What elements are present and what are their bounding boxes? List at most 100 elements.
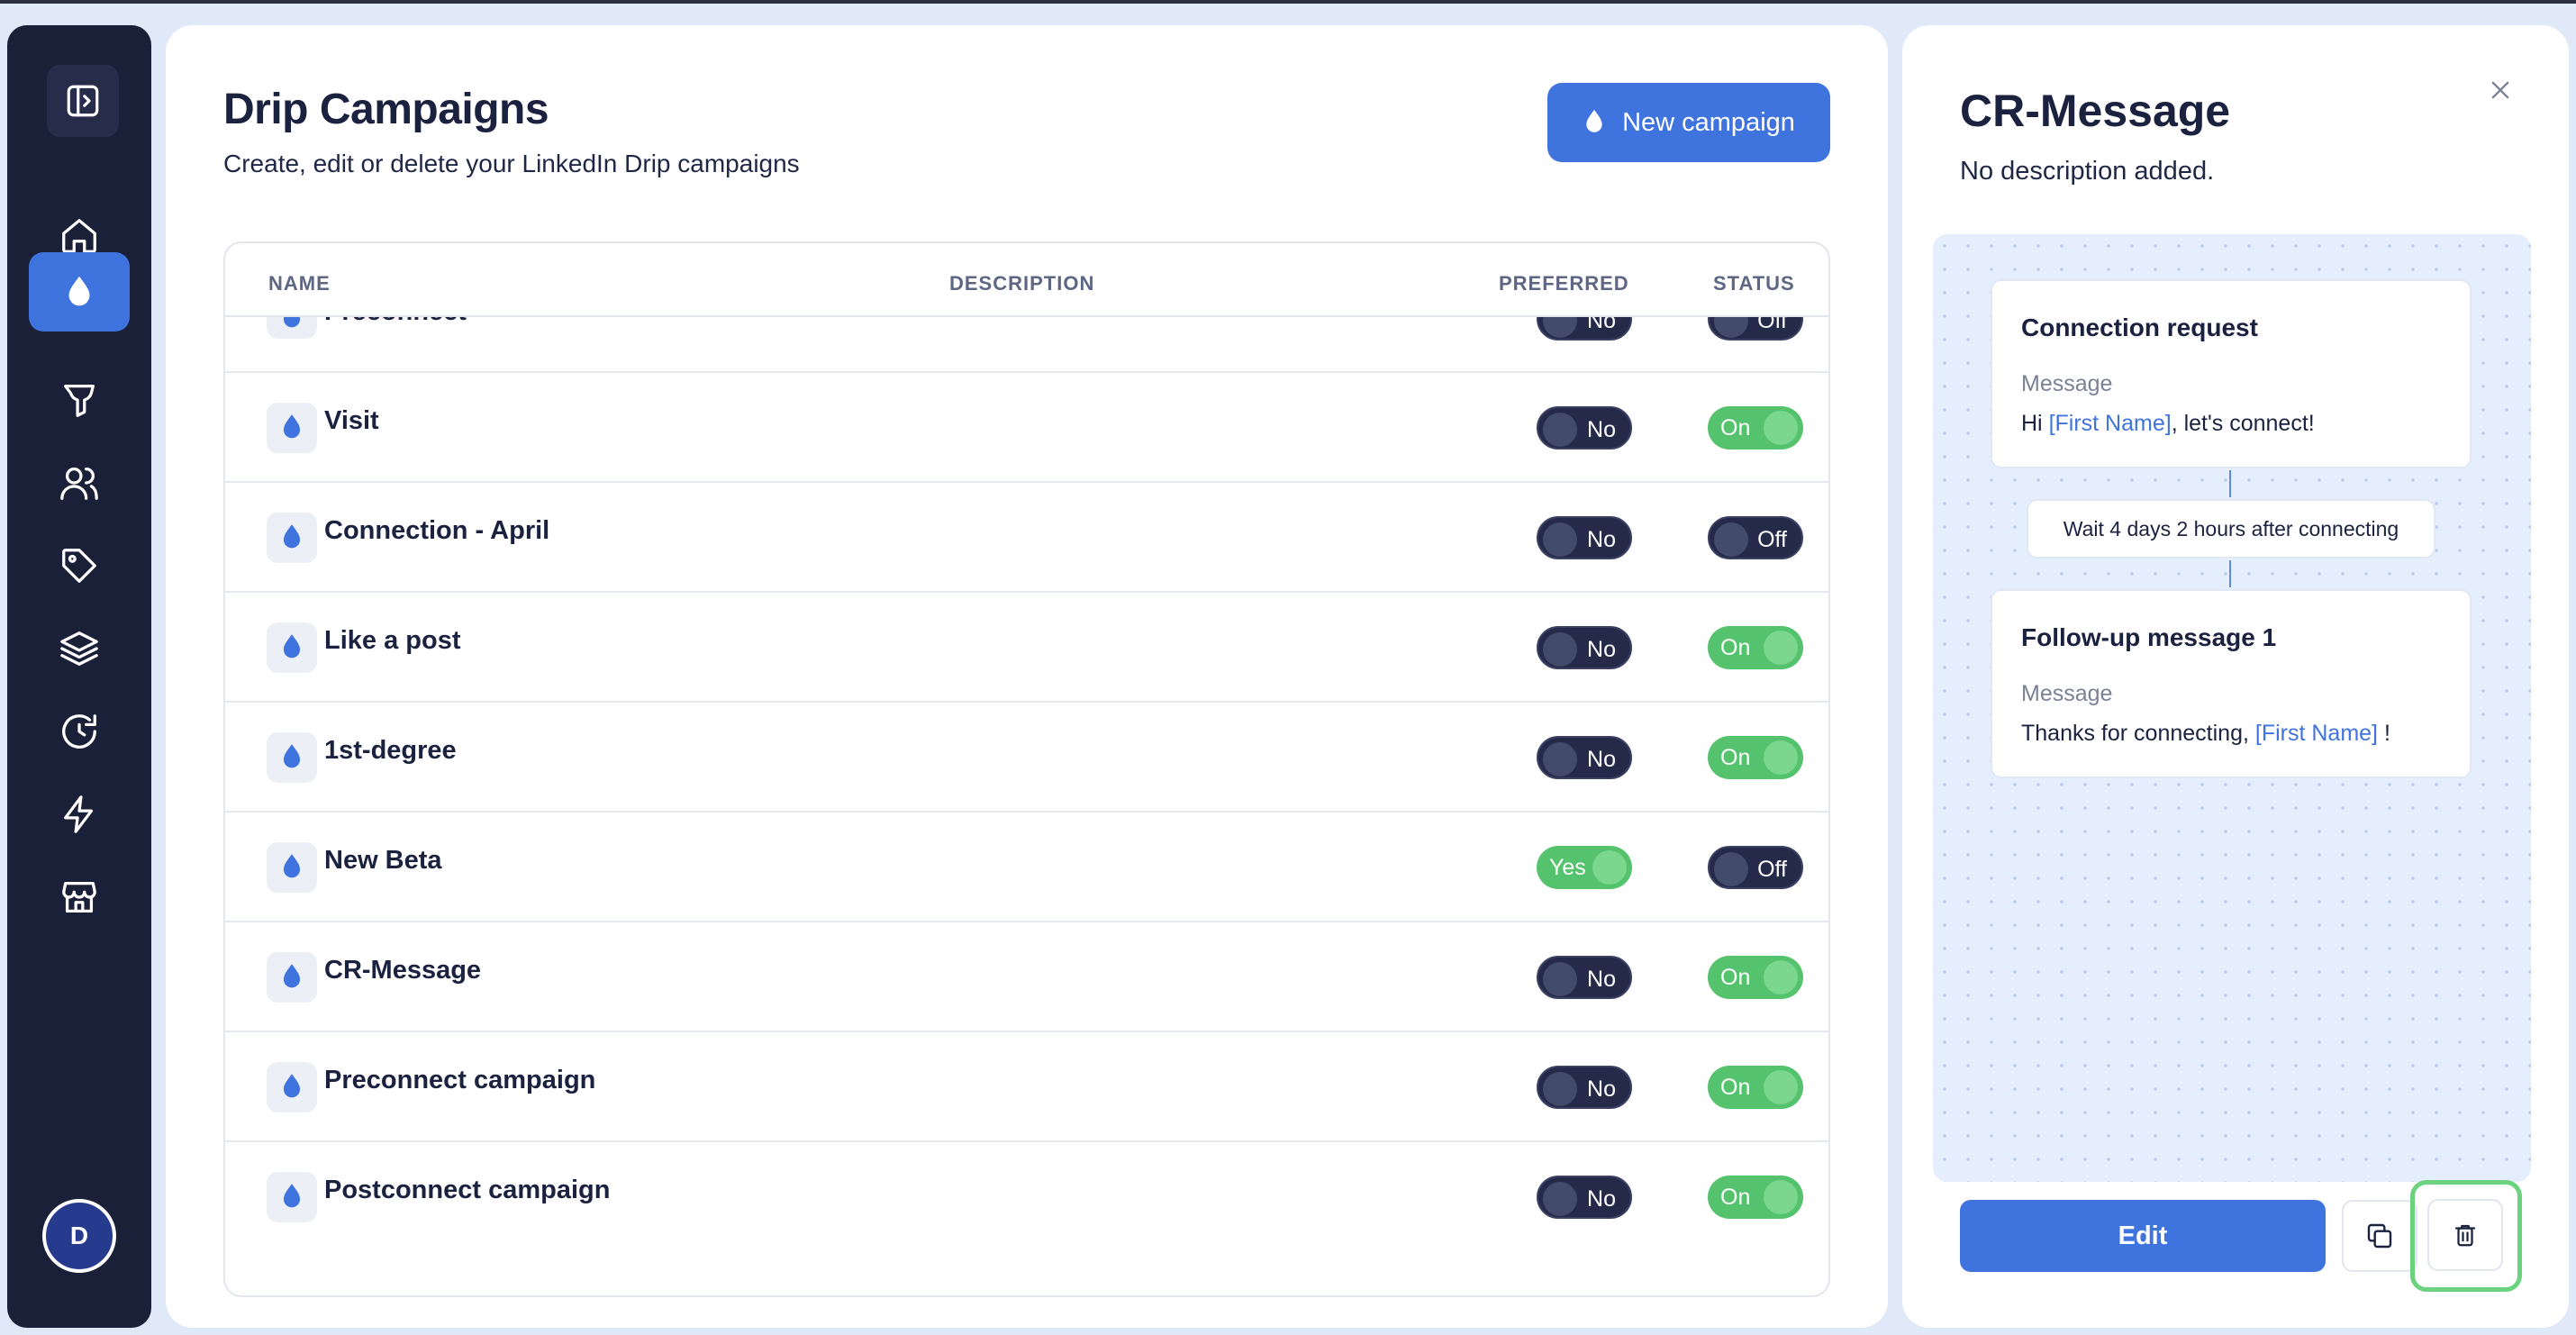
toggle-label: On xyxy=(1720,1185,1751,1210)
drip-icon xyxy=(283,1074,301,1098)
nav-funnel[interactable] xyxy=(29,360,130,440)
funnel-icon xyxy=(64,385,95,417)
detail-title: CR-Message xyxy=(1960,86,2231,136)
message-text-part: ! xyxy=(2378,721,2390,746)
status-toggle[interactable]: On xyxy=(1708,626,1803,669)
toggle-knob xyxy=(1764,1070,1798,1104)
close-button[interactable] xyxy=(2481,70,2520,110)
step-card-connection-request[interactable]: Connection request Message Hi [First Nam… xyxy=(1991,279,2472,468)
table-row[interactable]: 1st-degree No On xyxy=(225,703,1828,813)
table-row[interactable]: Visit No On xyxy=(225,373,1828,483)
lightning-icon xyxy=(64,795,94,833)
duplicate-button[interactable] xyxy=(2342,1200,2417,1272)
table-row[interactable]: New Beta Yes Off xyxy=(225,813,1828,922)
tag-icon xyxy=(62,549,96,583)
sidebar-toggle-button[interactable] xyxy=(47,65,119,137)
preferred-toggle[interactable]: No xyxy=(1537,1176,1632,1219)
sequence-canvas: Connection request Message Hi [First Nam… xyxy=(1933,234,2531,1182)
status-toggle[interactable]: On xyxy=(1708,1176,1803,1219)
table-row[interactable]: Connection - April No Off xyxy=(225,483,1828,593)
toggle-label: On xyxy=(1720,745,1751,770)
toggle-knob xyxy=(1543,1072,1577,1106)
wait-delay-pill[interactable]: Wait 4 days 2 hours after connecting xyxy=(2027,499,2435,559)
nav-drip-campaigns[interactable] xyxy=(29,252,130,331)
toggle-label: Off xyxy=(1757,857,1787,882)
toggle-knob xyxy=(1543,962,1577,996)
window-top-edge xyxy=(0,0,2576,4)
campaign-detail-panel: CR-Message No description added. Connect… xyxy=(1902,25,2569,1328)
toggle-label: No xyxy=(1587,637,1616,662)
toggle-knob xyxy=(1764,411,1798,445)
status-toggle[interactable]: On xyxy=(1708,956,1803,999)
nav-tags[interactable] xyxy=(29,526,130,605)
table-row[interactable]: Postconnect campaign No On xyxy=(225,1142,1828,1252)
message-text-part: Hi xyxy=(2021,411,2049,436)
toggle-label: On xyxy=(1720,415,1751,440)
toggle-knob xyxy=(1543,742,1577,776)
campaign-name: Preconnect campaign xyxy=(324,1066,596,1094)
drip-icon xyxy=(68,276,90,306)
user-avatar[interactable]: D xyxy=(42,1199,116,1273)
preferred-toggle[interactable]: No xyxy=(1537,736,1632,779)
connector-line xyxy=(2229,560,2231,587)
table-row[interactable]: Like a post No On xyxy=(225,593,1828,703)
toggle-label: No xyxy=(1587,967,1616,992)
nav-history[interactable] xyxy=(29,692,130,771)
preferred-toggle[interactable]: No xyxy=(1537,956,1632,999)
toggle-label: No xyxy=(1587,417,1616,442)
campaigns-panel: Drip Campaigns Create, edit or delete yo… xyxy=(166,25,1888,1328)
home-icon xyxy=(62,219,96,253)
refresh-icon xyxy=(62,714,96,749)
page-title: Drip Campaigns xyxy=(223,86,549,133)
status-toggle[interactable]: On xyxy=(1708,1066,1803,1109)
status-toggle[interactable]: On xyxy=(1708,736,1803,779)
step-title: Follow-up message 1 xyxy=(2021,623,2277,651)
table-row[interactable]: CR-Message No On xyxy=(225,922,1828,1032)
step-message-label: Message xyxy=(2021,371,2113,396)
toggle-label: On xyxy=(1720,635,1751,660)
status-toggle[interactable]: Off xyxy=(1708,846,1803,889)
new-campaign-button[interactable]: New campaign xyxy=(1547,83,1830,162)
nav-users[interactable] xyxy=(29,443,130,522)
nav-store[interactable] xyxy=(29,858,130,937)
copy-icon xyxy=(2367,1223,2392,1249)
status-toggle[interactable]: Off xyxy=(1708,516,1803,559)
column-header-status[interactable]: STATUS xyxy=(1713,272,1795,295)
toggle-knob xyxy=(1543,522,1577,557)
detail-description: No description added. xyxy=(1960,157,2215,186)
nav-automations[interactable] xyxy=(29,775,130,854)
delete-button[interactable] xyxy=(2427,1199,2503,1271)
drip-icon xyxy=(283,414,301,439)
toggle-label: No xyxy=(1587,747,1616,772)
toggle-knob xyxy=(1543,632,1577,667)
preferred-toggle[interactable]: No xyxy=(1537,516,1632,559)
connector-line xyxy=(2229,470,2231,497)
campaign-name: CR-Message xyxy=(324,956,482,985)
row-drip-icon-wrapper xyxy=(267,842,317,893)
toggle-label: On xyxy=(1720,965,1751,990)
preferred-toggle[interactable]: No xyxy=(1537,626,1632,669)
nav-layers[interactable] xyxy=(29,609,130,688)
row-drip-icon-wrapper xyxy=(267,513,317,563)
close-icon xyxy=(2491,81,2509,99)
table-row[interactable]: Preconnect campaign No On xyxy=(225,1032,1828,1142)
status-toggle[interactable]: On xyxy=(1708,406,1803,450)
step-card-follow-up[interactable]: Follow-up message 1 Message Thanks for c… xyxy=(1991,589,2472,778)
column-header-name[interactable]: NAME xyxy=(268,272,331,295)
column-header-description[interactable]: DESCRIPTION xyxy=(949,272,1094,295)
step-message-text: Hi [First Name], let's connect! xyxy=(2021,411,2315,437)
preferred-toggle[interactable]: Yes xyxy=(1537,846,1632,889)
toggle-knob xyxy=(1764,1180,1798,1214)
page-subtitle: Create, edit or delete your LinkedIn Dri… xyxy=(223,150,800,177)
toggle-knob xyxy=(1764,740,1798,775)
toggle-label: No xyxy=(1587,1186,1616,1212)
row-drip-icon-wrapper xyxy=(267,403,317,453)
preferred-toggle[interactable]: No xyxy=(1537,1066,1632,1109)
toggle-label: No xyxy=(1587,1076,1616,1102)
preferred-toggle[interactable]: No xyxy=(1537,406,1632,450)
delete-highlight xyxy=(2410,1180,2522,1292)
toggle-label: No xyxy=(1587,527,1616,552)
column-header-preferred[interactable]: PREFERRED xyxy=(1499,272,1629,295)
toggle-knob xyxy=(1714,522,1748,557)
edit-button[interactable]: Edit xyxy=(1960,1200,2326,1272)
